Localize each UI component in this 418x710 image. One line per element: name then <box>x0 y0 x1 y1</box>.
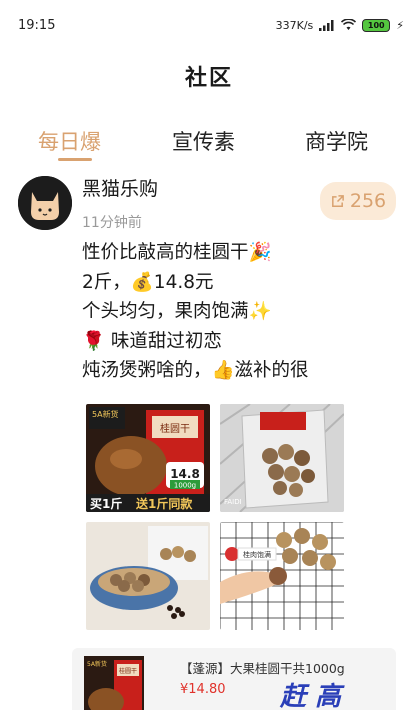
promo-banner-b: 送1斤同款 <box>135 496 193 511</box>
post-text: 性价比敲高的桂圆干🎉 2斤，💰14.8元 个头均匀，果肉饱满✨ 🌹 味道甜过初恋… <box>82 238 402 386</box>
status-bar: 19:15 337K/s 100 ⚡ <box>0 0 418 50</box>
post-text-line: 2斤，💰14.8元 <box>82 271 214 293</box>
active-tab-indicator <box>58 158 92 161</box>
wifi-icon <box>341 19 357 30</box>
package-price: 14.8 <box>170 467 200 481</box>
photo-caption: FAIDI <box>224 498 242 506</box>
post-text-line: 炖汤煲粥啥的，👍滋补的很 <box>82 360 309 381</box>
author-name[interactable]: 黑猫乐购 <box>82 174 158 201</box>
package-label: 桂圆干 <box>160 422 190 435</box>
share-icon <box>331 194 344 207</box>
share-count: 256 <box>349 190 387 212</box>
avatar[interactable] <box>18 176 72 230</box>
tab-bar: 每日爆 宣传素 商学院 <box>0 120 418 166</box>
product-tag: 5A新货 <box>92 409 119 419</box>
page-title: 社区 <box>184 66 233 91</box>
signal-icon <box>319 20 334 31</box>
overlay-text: 赶 高 <box>280 682 342 710</box>
tab-daily-hot[interactable]: 每日爆 <box>38 126 101 156</box>
battery-icon: 100 <box>362 18 391 32</box>
black-cat-avatar-icon <box>18 176 72 230</box>
product-price: ¥14.80 <box>180 682 226 697</box>
product-name: 【蓬源】大果桂圆干共1000g <box>180 661 345 676</box>
product-thumbnail: 桂圆干 5A新货 <box>84 656 144 710</box>
promo-banner-a: 买1斤 <box>90 496 122 511</box>
product-card[interactable]: 桂圆干 5A新货 【蓬源】大果桂圆干共1000g ¥14.80 赶 高 <box>72 648 396 710</box>
thumb-package-label: 桂圆干 <box>119 667 137 675</box>
status-time: 19:15 <box>18 17 56 33</box>
tab-business-school[interactable]: 商学院 <box>305 126 368 156</box>
post-image-1[interactable]: 桂圆干 5A新货 14.8 1000g 买1斤 送1斤同款 <box>86 404 210 512</box>
post-image-3[interactable] <box>86 522 210 630</box>
photo-sticker: 桂肉饱满 <box>243 550 271 559</box>
status-icons: 337K/s 100 ⚡ <box>275 18 404 32</box>
post-image-2[interactable]: FAIDI <box>220 404 344 512</box>
longan-hand-photo-icon: 桂肉饱满 <box>220 522 344 630</box>
charging-icon: ⚡ <box>396 18 404 32</box>
post-text-line: 性价比敲高的桂圆干🎉 <box>82 242 272 263</box>
network-speed: 337K/s <box>275 18 314 32</box>
longan-bag-photo-icon: FAIDI <box>220 404 344 512</box>
tab-promo-material[interactable]: 宣传素 <box>172 126 235 156</box>
product-thumb-icon: 桂圆干 5A新货 <box>84 656 144 710</box>
post-text-line: 个头均匀，果肉饱满✨ <box>82 301 272 322</box>
longan-basket-photo-icon <box>86 522 210 630</box>
thumb-tag: 5A新货 <box>87 660 107 668</box>
post-text-line: 🌹 味道甜过初恋 <box>82 330 222 352</box>
share-button[interactable]: 256 <box>320 182 396 220</box>
post-time: 11分钟前 <box>82 215 142 231</box>
package-weight: 1000g <box>174 482 196 490</box>
post-image-4[interactable]: 桂肉饱满 <box>220 522 344 630</box>
longan-package-photo-icon: 桂圆干 5A新货 14.8 1000g 买1斤 送1斤同款 <box>86 404 210 512</box>
